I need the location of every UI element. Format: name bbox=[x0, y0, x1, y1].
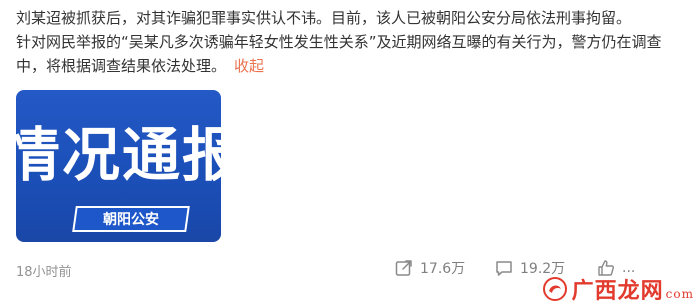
post-image-thumbnail[interactable]: 情况通报 朝阳公安 bbox=[16, 90, 221, 242]
watermark-brand-name: 广西龙网 bbox=[571, 278, 664, 304]
post-time: 18小时前 bbox=[16, 265, 72, 280]
like-button[interactable]: ... bbox=[596, 258, 635, 278]
like-count: ... bbox=[622, 260, 636, 276]
post-text-line2-content: 针对网民举报的“吴某凡多次诱骗年轻女性发生性关系”及近期网络互曝的有关行为，警方… bbox=[16, 33, 662, 75]
dragon-logo-icon bbox=[542, 277, 567, 301]
post-text-line2: 针对网民举报的“吴某凡多次诱骗年轻女性发生性关系”及近期网络互曝的有关行为，警方… bbox=[16, 30, 686, 78]
watermark: 广西龙网 com bbox=[542, 276, 694, 302]
watermark-brand: 广西龙网 com bbox=[572, 280, 694, 302]
comment-count: 19.2万 bbox=[520, 261, 566, 277]
post-body: 刘某迢被抓获后，对其诈骗犯罪事实供认不讳。目前，该人已被朝阳公安分局依法刑事拘留… bbox=[16, 6, 686, 78]
thumbnail-badge: 朝阳公安 bbox=[72, 206, 190, 232]
thumbnail-headline: 情况通报 bbox=[16, 121, 221, 189]
comment-icon bbox=[496, 261, 512, 276]
repost-count: 17.6万 bbox=[420, 261, 466, 277]
thumbnail-badge-text: 朝阳公安 bbox=[103, 212, 159, 228]
comment-button[interactable]: 19.2万 bbox=[494, 258, 565, 278]
repost-button[interactable]: 17.6万 bbox=[394, 258, 465, 278]
share-icon bbox=[395, 260, 412, 276]
like-icon bbox=[598, 260, 614, 276]
collapse-link[interactable]: 收起 bbox=[234, 57, 264, 75]
post-text-line1: 刘某迢被抓获后，对其诈骗犯罪事实供认不讳。目前，该人已被朝阳公安分局依法刑事拘留… bbox=[16, 9, 632, 27]
watermark-suffix: com bbox=[665, 287, 694, 301]
